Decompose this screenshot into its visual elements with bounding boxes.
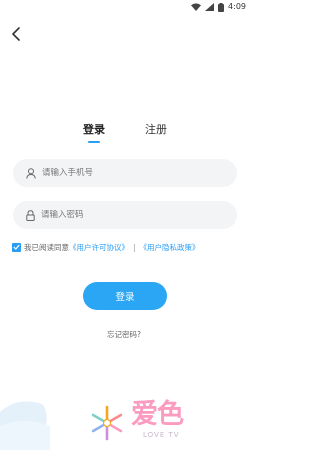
agreement-separator: |	[133, 242, 136, 252]
auth-tabs: 登录 注册	[0, 120, 248, 144]
snowflake-logo-icon	[91, 405, 123, 441]
agreement-prefix: 我已阅读同意	[24, 242, 69, 252]
battery-icon	[218, 2, 225, 12]
logo-subtext: LOVE TV	[143, 431, 180, 439]
password-field[interactable]	[13, 201, 237, 229]
user-icon	[26, 167, 36, 179]
password-input[interactable]	[41, 210, 221, 220]
user-agreement-link[interactable]: 《用户许可协议》	[69, 242, 129, 253]
check-icon	[13, 244, 20, 250]
privacy-policy-link[interactable]: 《用户隐私政策》	[140, 242, 200, 253]
chevron-left-icon	[12, 27, 20, 41]
status-time: 4:09	[228, 2, 246, 11]
forgot-password-link[interactable]: 忘记密码?	[0, 329, 248, 340]
back-button[interactable]	[6, 24, 26, 44]
agreement-row: 我已阅读同意 《用户许可协议》 | 《用户隐私政策》	[12, 240, 200, 254]
logo-text: 爱色	[131, 399, 184, 430]
status-bar: 4:09	[0, 0, 248, 14]
tab-active-indicator	[88, 141, 100, 143]
agreement-checkbox[interactable]	[12, 242, 21, 252]
phone-field[interactable]	[13, 159, 237, 187]
signal-icon	[205, 3, 215, 11]
brand-logo: 爱色 LOVE TV	[85, 398, 215, 448]
tab-login[interactable]: 登录	[83, 120, 105, 140]
login-button[interactable]: 登录	[83, 282, 167, 310]
tab-register[interactable]: 注册	[145, 120, 167, 140]
phone-input[interactable]	[42, 168, 222, 178]
wifi-icon	[191, 3, 202, 11]
lock-icon	[26, 209, 35, 221]
